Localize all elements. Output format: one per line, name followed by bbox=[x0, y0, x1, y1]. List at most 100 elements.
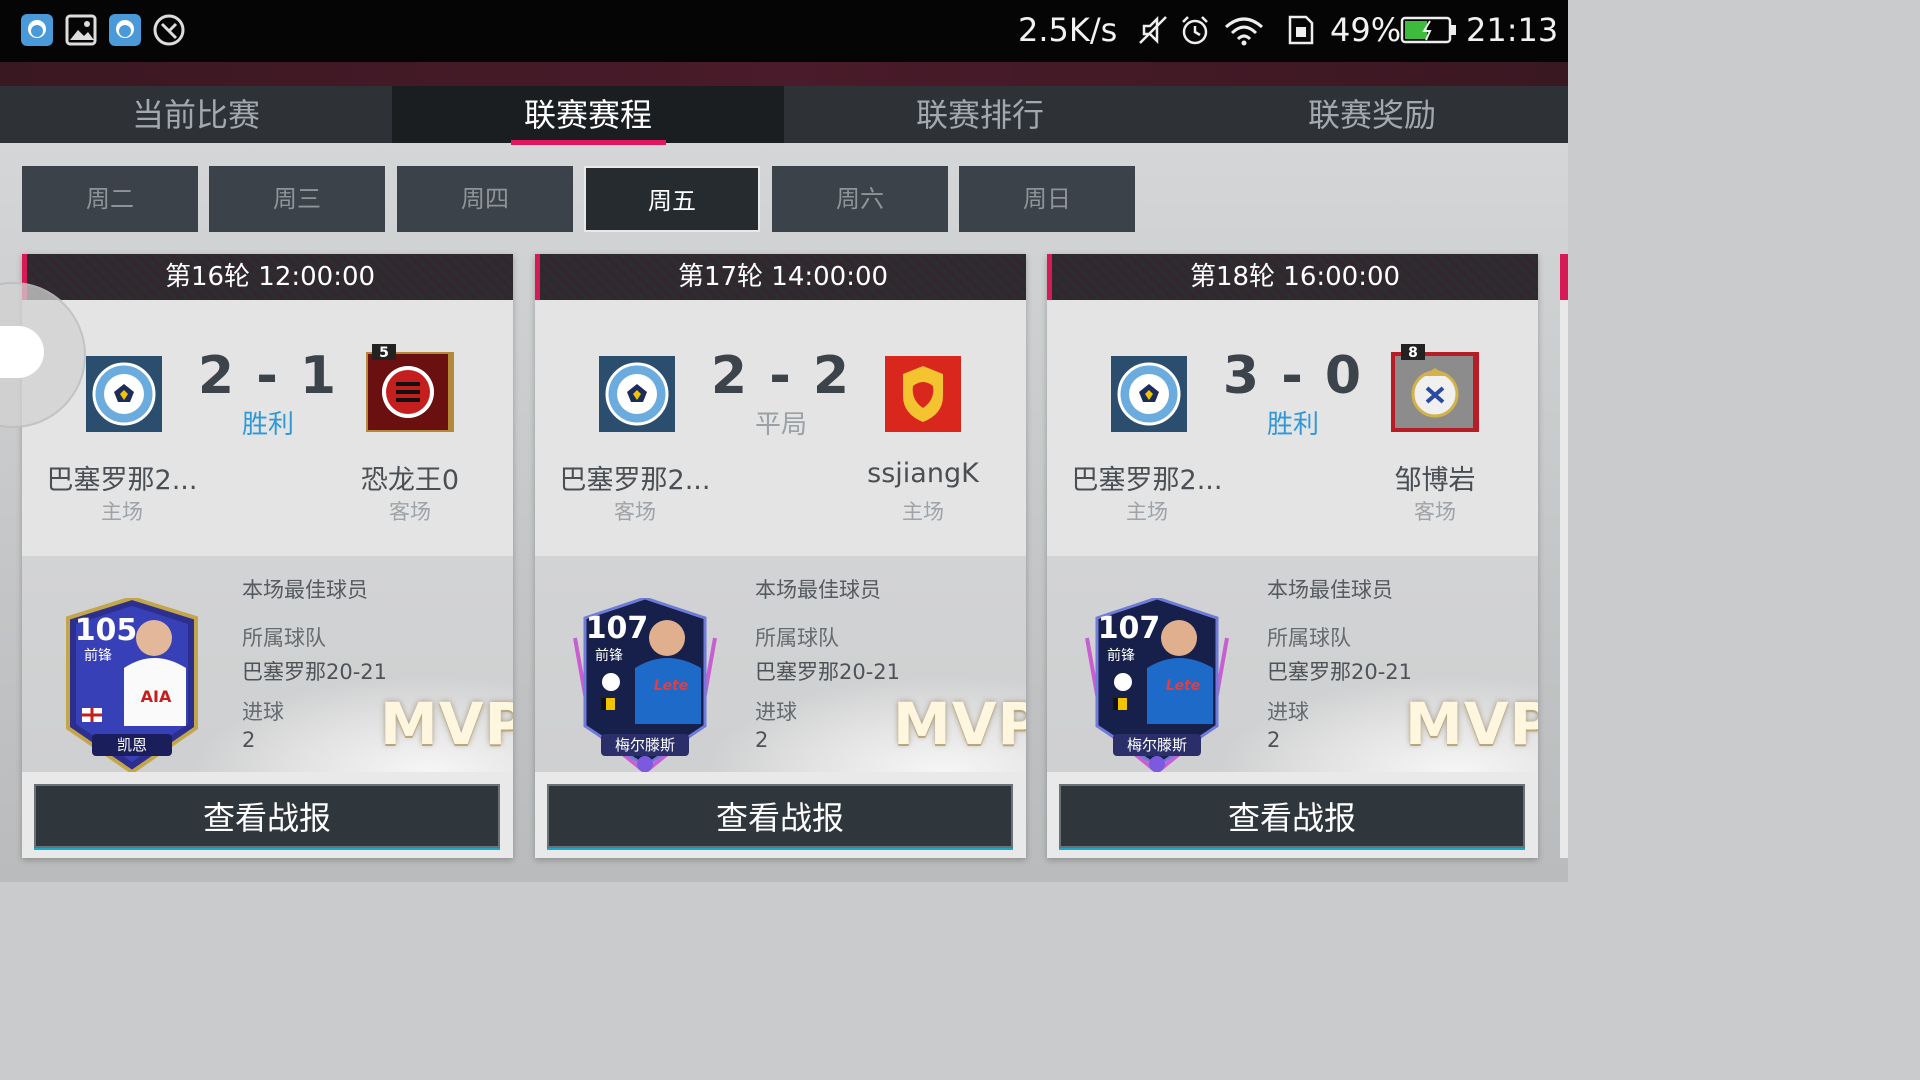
match-summary: 2 - 2 平局 巴塞罗那2... 客场 ssjiangK 主场 bbox=[535, 300, 1026, 556]
header-strip bbox=[0, 62, 1568, 88]
qq-icon-2 bbox=[109, 14, 141, 46]
ac-milan-crest-icon: 5 bbox=[366, 344, 454, 432]
match-score: 3 - 0 bbox=[1222, 346, 1364, 406]
real-madrid-crest-icon: 8 bbox=[1391, 344, 1479, 432]
player-position: 前锋 bbox=[1107, 647, 1135, 664]
match-result: 胜利 bbox=[1266, 410, 1319, 440]
left-team-name: 巴塞罗那2... bbox=[1071, 465, 1223, 496]
mvp-team-label: 所属球队 bbox=[755, 626, 839, 650]
view-report-button[interactable]: 查看战报 bbox=[547, 784, 1013, 848]
player-rating: 107 bbox=[586, 611, 649, 646]
match-score: 2 - 1 bbox=[197, 346, 339, 406]
wifi-icon bbox=[1225, 17, 1263, 46]
match-result: 平局 bbox=[754, 410, 807, 440]
mvp-team-value: 巴塞罗那20-21 bbox=[755, 660, 901, 684]
mvp-badge: MVP bbox=[1405, 690, 1538, 758]
day-tab-sat[interactable]: 周六 bbox=[772, 166, 948, 232]
mvp-goals-value: 2 bbox=[242, 728, 256, 752]
qq-icon bbox=[21, 14, 53, 46]
mvp-title: 本场最佳球员 bbox=[242, 578, 368, 602]
tab-league-schedule[interactable]: 联赛赛程 bbox=[392, 86, 784, 143]
match-round-header: 第16轮 12:00:00 bbox=[22, 254, 513, 300]
mvp-team-value: 巴塞罗那20-21 bbox=[1267, 660, 1413, 684]
match-result: 胜利 bbox=[241, 410, 294, 440]
day-tab-sun[interactable]: 周日 bbox=[959, 166, 1135, 232]
match-summary: 3 - 0 胜利 8 巴塞罗那2... 主场 邹博岩 客场 bbox=[1047, 300, 1538, 556]
match-card: 第17轮 14:00:00 2 - 2 平局 巴塞罗那2... 客场 ssjia… bbox=[535, 254, 1026, 858]
left-team-name: 巴塞罗那2... bbox=[559, 465, 711, 496]
left-team-side: 客场 bbox=[614, 500, 656, 524]
mvp-team-value: 巴塞罗那20-21 bbox=[242, 660, 388, 684]
man-city-crest-icon bbox=[1111, 356, 1187, 432]
right-team-name: 邹博岩 bbox=[1394, 465, 1476, 496]
mvp-section: AIA 105 前锋 凯恩 本场最佳球员 所属球队 巴塞罗那20-21 进球 2… bbox=[22, 556, 513, 772]
battery-icon bbox=[1400, 16, 1456, 44]
player-position: 前锋 bbox=[84, 647, 112, 664]
match-summary: 2 - 1 胜利 5 巴塞罗那2... 主场 恐龙王0 客场 bbox=[22, 300, 513, 556]
day-tab-tue[interactable]: 周二 bbox=[22, 166, 198, 232]
right-team-side: 客场 bbox=[1414, 500, 1456, 524]
mvp-goals-value: 2 bbox=[755, 728, 769, 752]
main-tab-bar: 当前比赛 联赛赛程 联赛排行 联赛奖励 bbox=[0, 86, 1568, 143]
player-card-mertens: Lete 107 前锋 梅尔滕斯 bbox=[573, 598, 717, 772]
view-report-button[interactable]: 查看战报 bbox=[1059, 784, 1525, 848]
player-name: 梅尔滕斯 bbox=[615, 736, 675, 754]
tab-league-ranking[interactable]: 联赛排行 bbox=[784, 86, 1176, 143]
active-tab-indicator bbox=[511, 140, 666, 145]
tab-league-rewards[interactable]: 联赛奖励 bbox=[1176, 86, 1568, 143]
left-team-side: 主场 bbox=[101, 500, 143, 524]
player-card-mertens: Lete 107 前锋 梅尔滕斯 bbox=[1085, 598, 1229, 772]
right-team-name: 恐龙王0 bbox=[360, 465, 460, 496]
left-team-name: 巴塞罗那2... bbox=[46, 465, 198, 496]
mvp-badge: MVP bbox=[893, 690, 1026, 758]
match-score: 2 - 2 bbox=[710, 346, 852, 406]
svg-text:Lete: Lete bbox=[1166, 678, 1201, 694]
day-tab-fri[interactable]: 周五 bbox=[584, 166, 760, 232]
tab-current-match[interactable]: 当前比赛 bbox=[0, 86, 392, 143]
svg-text:Lete: Lete bbox=[654, 678, 689, 694]
mvp-goals-label: 进球 bbox=[1267, 700, 1309, 724]
mvp-badge: MVP bbox=[380, 690, 513, 758]
mvp-title: 本场最佳球员 bbox=[755, 578, 881, 602]
sim-icon bbox=[1288, 15, 1314, 45]
mvp-goals-label: 进球 bbox=[755, 700, 797, 724]
mvp-goals-value: 2 bbox=[1267, 728, 1281, 752]
status-bar: 2.5K/s 49% 21:13 bbox=[0, 0, 1568, 62]
right-team-side: 主场 bbox=[902, 500, 944, 524]
player-rating: 107 bbox=[1098, 611, 1161, 646]
view-report-button[interactable]: 查看战报 bbox=[34, 784, 500, 848]
gallery-icon bbox=[65, 14, 97, 46]
crest-level-badge: 5 bbox=[379, 345, 389, 361]
mute-icon bbox=[1139, 15, 1167, 45]
player-card-kane: AIA 105 前锋 凯恩 bbox=[66, 598, 198, 772]
mvp-team-label: 所属球队 bbox=[242, 626, 326, 650]
guangzhou-crest-icon bbox=[885, 356, 961, 432]
next-card-edge-header bbox=[1560, 254, 1568, 300]
match-card: 第18轮 16:00:00 3 - 0 胜利 8 巴塞罗那2... 主场 邹博岩… bbox=[1047, 254, 1538, 858]
next-card-edge[interactable] bbox=[1560, 254, 1568, 858]
man-city-crest-icon bbox=[86, 356, 162, 432]
svg-text:AIA: AIA bbox=[141, 687, 172, 706]
day-tab-thu[interactable]: 周四 bbox=[397, 166, 573, 232]
man-city-crest-icon bbox=[599, 356, 675, 432]
player-position: 前锋 bbox=[595, 647, 623, 664]
battery-percent: 49% bbox=[1330, 11, 1402, 49]
left-team-side: 主场 bbox=[1126, 500, 1168, 524]
mvp-goals-label: 进球 bbox=[242, 700, 284, 724]
match-round-header: 第18轮 16:00:00 bbox=[1047, 254, 1538, 300]
player-name: 梅尔滕斯 bbox=[1127, 736, 1187, 754]
right-team-name: ssjiangK bbox=[867, 458, 979, 489]
vpn-icon bbox=[153, 14, 185, 46]
player-rating: 105 bbox=[75, 613, 138, 648]
right-team-side: 客场 bbox=[389, 500, 431, 524]
crest-level-badge: 8 bbox=[1408, 345, 1418, 361]
mvp-section: Lete 107 前锋 梅尔滕斯 本场最佳球员 所属球队 巴塞罗那20-21 进… bbox=[1047, 556, 1538, 772]
mvp-section: Lete 107 前锋 梅尔滕斯 本场最佳球员 所属球队 巴塞罗那20-21 进… bbox=[535, 556, 1026, 772]
day-tab-wed[interactable]: 周三 bbox=[209, 166, 385, 232]
alarm-icon bbox=[1182, 16, 1208, 45]
match-card: 第16轮 12:00:00 2 - 1 胜利 5 巴塞罗那2... 主场 恐龙王… bbox=[22, 254, 513, 858]
mvp-team-label: 所属球队 bbox=[1267, 626, 1351, 650]
clock: 21:13 bbox=[1466, 11, 1559, 49]
app-root: 2.5K/s 49% 21:13 当前比赛 联赛赛程 联赛排行 联赛奖励 周二 … bbox=[0, 0, 1568, 882]
mvp-title: 本场最佳球员 bbox=[1267, 578, 1393, 602]
